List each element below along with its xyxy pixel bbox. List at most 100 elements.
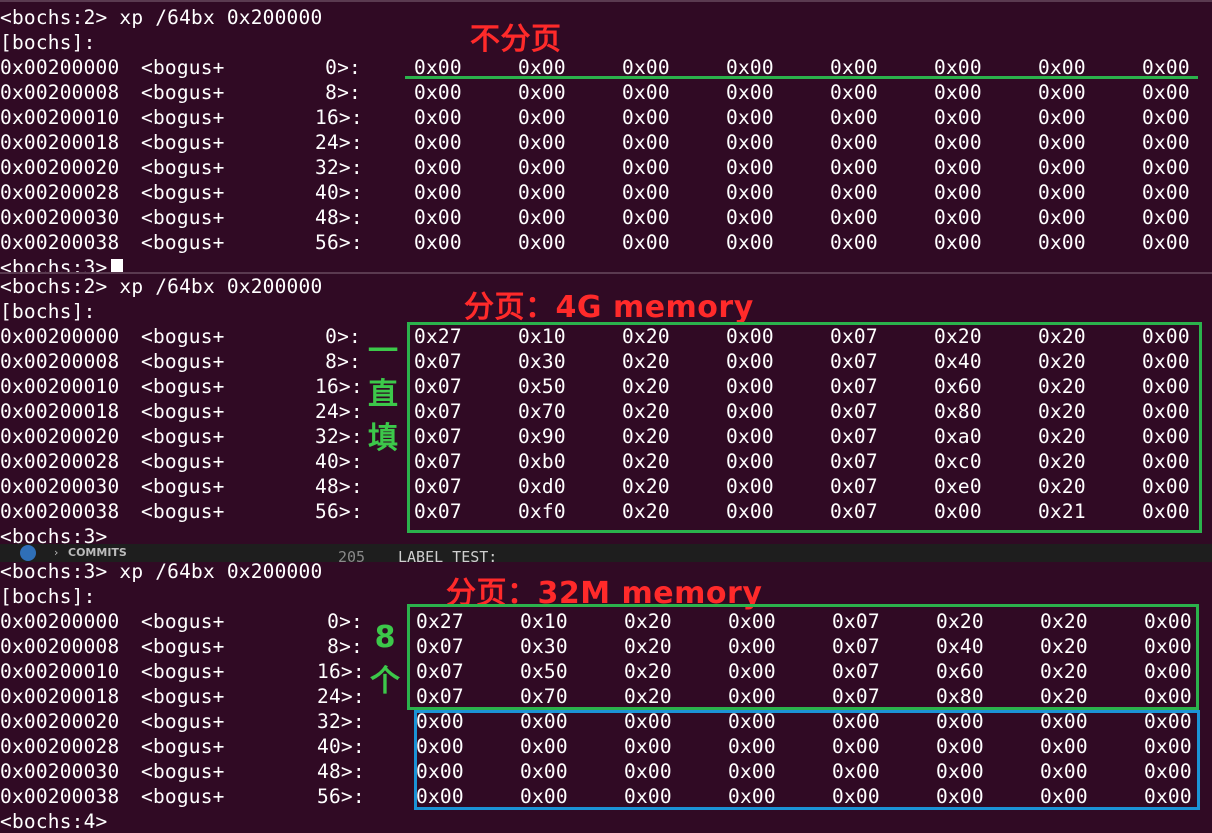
memory-address: 0x00200000 [0,610,120,633]
symbol-label: <bogus+ [141,231,225,254]
symbol-label: <bogus+ [141,760,225,783]
byte-value: 0x00 [414,106,462,129]
symbol-label: <bogus+ [141,400,225,423]
byte-value: 0x00 [414,131,462,154]
byte-value: 0x00 [1038,131,1086,154]
bochs-prompt[interactable]: <bochs:3> [0,524,107,546]
chevron-right-icon: › [54,546,59,559]
memory-address: 0x00200038 [0,500,120,523]
annotation-paging-4g: 分页：4G memory [464,290,754,325]
offset-label: 32>: [315,156,363,179]
symbol-label: <bogus+ [141,500,225,523]
symbol-label: <bogus+ [141,425,225,448]
offset-label: 16>: [315,106,363,129]
offset-label: 0>: [325,325,361,348]
memory-address: 0x00200000 [0,325,120,348]
highlight-box-blue [414,710,1200,810]
memory-address: 0x00200038 [0,785,120,808]
offset-label: 8>: [327,635,363,658]
byte-value: 0x00 [934,131,982,154]
offset-label: 0>: [327,610,363,633]
byte-value: 0x00 [1142,231,1190,254]
byte-value: 0x00 [622,106,670,129]
byte-value: 0x00 [726,131,774,154]
byte-value: 0x00 [934,106,982,129]
memory-address: 0x00200028 [0,181,120,204]
offset-label: 16>: [317,660,365,683]
symbol-label: <bogus+ [141,610,225,633]
side-annotation-char: 8 [374,620,396,655]
byte-value: 0x00 [1142,181,1190,204]
offset-label: 24>: [315,400,363,423]
byte-value: 0x00 [622,206,670,229]
memory-address: 0x00200018 [0,131,120,154]
offset-label: 8>: [325,350,361,373]
memory-address: 0x00200010 [0,660,120,683]
highlight-underline [405,76,1198,79]
byte-value: 0x00 [1142,206,1190,229]
bochs-prompt[interactable]: <bochs:4> [0,809,107,833]
memory-row: 0x00200020 <bogus+ 32>: 0x00 0x00 0x00 0x00 0x0… [0,155,1212,180]
memory-address: 0x00200008 [0,350,120,373]
symbol-label: <bogus+ [141,56,225,79]
memory-address: 0x00200028 [0,450,120,473]
memory-address: 0x00200010 [0,106,120,129]
memory-row: 0x00200018 <bogus+ 24>: 0x00 0x00 0x00 0x00 0x0… [0,130,1212,155]
offset-label: 32>: [315,425,363,448]
symbol-label: <bogus+ [141,660,225,683]
byte-value: 0x00 [518,131,566,154]
side-annotation-char: 一 [368,334,398,369]
symbol-label: <bogus+ [141,710,225,733]
commits-section-label[interactable]: COMMITS [68,544,127,562]
byte-value: 0x00 [830,106,878,129]
memory-address: 0x00200030 [0,206,120,229]
symbol-label: <bogus+ [141,375,225,398]
offset-label: 32>: [317,710,365,733]
byte-value: 0x00 [726,181,774,204]
memory-address: 0x00200020 [0,156,120,179]
byte-value: 0x00 [726,231,774,254]
offset-label: 40>: [315,181,363,204]
symbol-label: <bogus+ [141,735,225,758]
memory-address: 0x00200030 [0,760,120,783]
byte-value: 0x00 [934,81,982,104]
symbol-label: <bogus+ [141,450,225,473]
byte-value: 0x00 [934,206,982,229]
memory-address: 0x00200008 [0,635,120,658]
offset-label: 48>: [315,206,363,229]
byte-value: 0x00 [934,231,982,254]
memory-row: 0x00200010 <bogus+ 16>: 0x00 0x00 0x00 0x00 0x0… [0,105,1212,130]
offset-label: 8>: [325,81,361,104]
command-line: <bochs:2> xp /64bx 0x200000 [0,6,323,29]
command-line: <bochs:2> xp /64bx 0x200000 [0,275,323,298]
editor-line-number: 205 [338,548,366,562]
bochs-prompt[interactable]: <bochs:3> [0,255,124,272]
byte-value: 0x00 [726,106,774,129]
byte-value: 0x00 [622,156,670,179]
byte-value: 0x00 [1142,106,1190,129]
terminal-panel-1: <bochs:2> xp /64bx 0x200000 [bochs]: 0x0… [0,0,1212,272]
byte-value: 0x00 [518,81,566,104]
byte-value: 0x00 [414,156,462,179]
offset-label: 56>: [315,231,363,254]
byte-value: 0x00 [1038,156,1086,179]
byte-value: 0x00 [518,206,566,229]
terminal-panel-3: <bochs:3> xp /64bx 0x200000 [bochs]: 0x0… [0,562,1212,833]
side-annotation-char: 直 [368,377,398,412]
byte-value: 0x00 [726,81,774,104]
byte-value: 0x00 [518,106,566,129]
memory-row: 0x00200030 <bogus+ 48>: 0x00 0x00 0x00 0x00 0x0… [0,205,1212,230]
memory-address: 0x00200010 [0,375,120,398]
byte-value: 0x00 [1038,181,1086,204]
offset-label: 48>: [317,760,365,783]
editor-code-line: LABEL_TEST: [398,548,498,562]
symbol-label: <bogus+ [141,325,225,348]
account-icon [20,545,36,561]
byte-value: 0x00 [1142,81,1190,104]
byte-value: 0x00 [518,181,566,204]
terminal-cursor [111,258,124,272]
byte-value: 0x00 [518,231,566,254]
memory-row: 0x00200038 <bogus+ 56>: 0x00 0x00 0x00 0x00 0x0… [0,230,1212,255]
byte-value: 0x00 [830,131,878,154]
byte-value: 0x00 [1038,81,1086,104]
